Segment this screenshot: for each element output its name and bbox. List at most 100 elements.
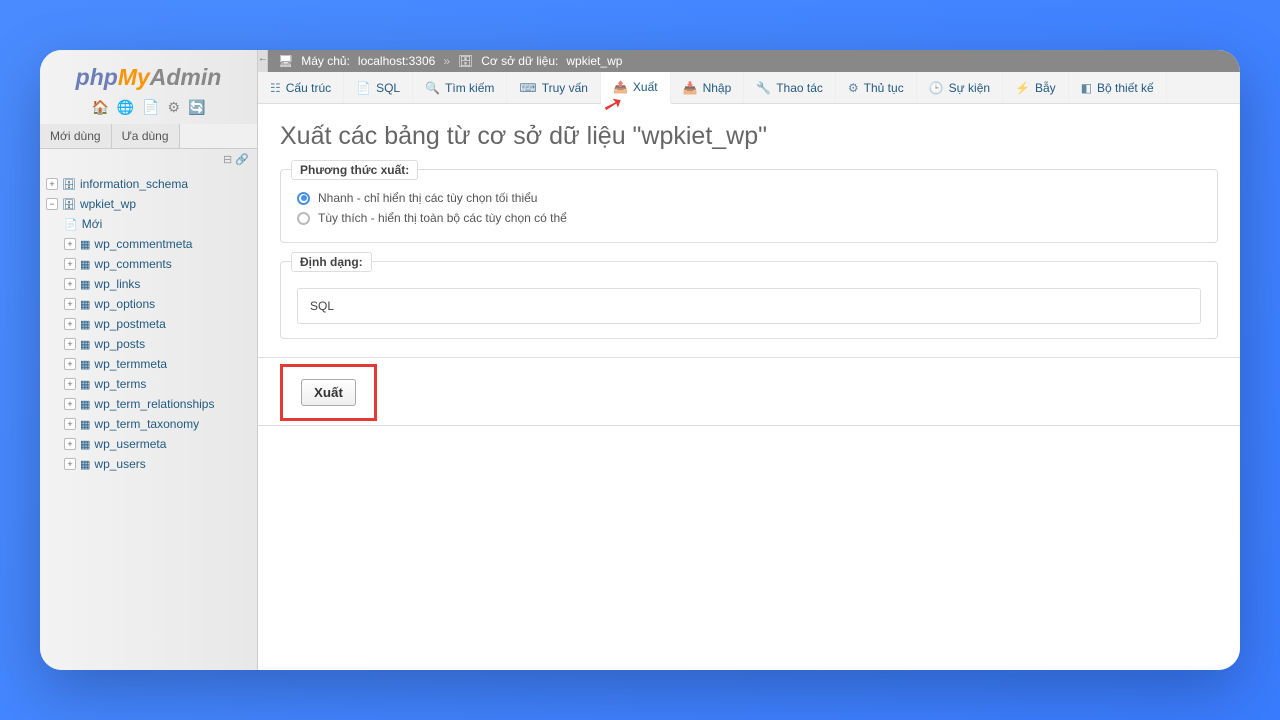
- tree-table[interactable]: + ▦ wp_postmeta: [46, 314, 251, 334]
- expand-icon[interactable]: +: [64, 438, 76, 450]
- expand-icon[interactable]: +: [64, 418, 76, 430]
- tree-label[interactable]: wp_term_relationships: [94, 397, 214, 411]
- nav-designer[interactable]: ◧Bộ thiết kế: [1069, 72, 1167, 103]
- designer-icon: ◧: [1081, 81, 1092, 95]
- tree-table[interactable]: +▦wp_posts: [46, 334, 251, 354]
- table-icon: ▦: [80, 418, 90, 431]
- expand-icon[interactable]: +: [64, 278, 76, 290]
- link-icon[interactable]: 🔗: [235, 154, 249, 166]
- database-icon: 🗄: [62, 198, 76, 211]
- tree-table[interactable]: +▦wp_termmeta: [46, 354, 251, 374]
- nav-sql[interactable]: 📄SQL: [344, 72, 413, 103]
- tree-table[interactable]: +▦wp_links: [46, 274, 251, 294]
- radio-custom[interactable]: Tùy thích - hiển thị toàn bộ các tùy chọ…: [297, 208, 1201, 228]
- tree-table[interactable]: + ▦ wp_options: [46, 294, 251, 314]
- expand-icon[interactable]: +: [64, 358, 76, 370]
- expand-icon[interactable]: +: [64, 238, 76, 250]
- tree-db-information-schema[interactable]: + 🗄 information_schema: [46, 174, 251, 194]
- table-icon: ▦: [80, 318, 90, 331]
- expand-icon[interactable]: +: [64, 258, 76, 270]
- nav-label: Tìm kiếm: [445, 81, 494, 95]
- tree-table[interactable]: + ▦ wp_term_relationships: [46, 394, 251, 414]
- nav-search[interactable]: 🔍 Tìm kiếm: [413, 72, 507, 103]
- new-icon: 📄: [64, 218, 78, 231]
- gear-icon: ⚙: [848, 81, 859, 95]
- nav-structure[interactable]: ☷Cấu trúc: [258, 72, 344, 103]
- search-icon: 🔍: [425, 81, 440, 95]
- nav-query[interactable]: ⌨Truy vấn: [507, 72, 601, 103]
- breadcrumb-db-prefix: Cơ sở dữ liệu:: [481, 54, 558, 68]
- tree-label[interactable]: wp_posts: [94, 337, 145, 351]
- tree-new[interactable]: 📄 Mới: [46, 214, 251, 234]
- tree-label[interactable]: wp_postmeta: [94, 317, 165, 331]
- expand-icon[interactable]: +: [64, 458, 76, 470]
- nav-triggers[interactable]: ⚡Bẫy: [1003, 72, 1069, 103]
- collapse-icon[interactable]: −: [46, 198, 58, 210]
- tree-label[interactable]: wp_termmeta: [94, 357, 167, 371]
- main-panel: ← 🖥 Máy chủ: localhost:3306 » 🗄 Cơ sở dữ…: [258, 50, 1240, 670]
- nav-routines[interactable]: ⚙Thủ tục: [836, 72, 917, 103]
- nav-events[interactable]: 🕒Sự kiện: [917, 72, 1003, 103]
- table-icon: ▦: [80, 398, 90, 411]
- breadcrumb-database[interactable]: wpkiet_wp: [566, 54, 622, 68]
- table-icon: ▦: [80, 458, 90, 471]
- breadcrumb-server[interactable]: localhost:3306: [358, 54, 435, 68]
- expand-icon[interactable]: +: [64, 298, 76, 310]
- export-go-button[interactable]: Xuất: [301, 379, 356, 406]
- tree-db-wpkiet[interactable]: − 🗄 wpkiet_wp: [46, 194, 251, 214]
- tree-label[interactable]: wpkiet_wp: [80, 197, 136, 211]
- format-select[interactable]: SQL: [297, 288, 1201, 324]
- tree-label[interactable]: information_schema: [80, 177, 188, 191]
- tree-table[interactable]: + ▦ wp_term_taxonomy: [46, 414, 251, 434]
- expand-icon[interactable]: +: [64, 318, 76, 330]
- export-method-legend: Phương thức xuất:: [291, 160, 418, 180]
- nav-label: Xuất: [633, 80, 658, 94]
- content-area: ➚ Xuất các bảng từ cơ sở dữ liệu "wpkiet…: [258, 104, 1240, 448]
- settings-icon[interactable]: ⚙: [168, 99, 181, 115]
- home-icon[interactable]: 🏠: [92, 99, 109, 115]
- import-icon: 📥: [683, 81, 698, 95]
- breadcrumb: 🖥 Máy chủ: localhost:3306 » 🗄 Cơ sở dữ l…: [268, 50, 1240, 72]
- expand-icon[interactable]: +: [46, 178, 58, 190]
- top-nav: ☷Cấu trúc 📄SQL 🔍Tìm kiếm ⌨Truy vấn 📤Xuất…: [258, 72, 1240, 104]
- tree-table[interactable]: +▦wp_comments: [46, 254, 251, 274]
- server-icon: 🖥: [278, 54, 293, 68]
- nav-operations[interactable]: 🔧Thao tác: [744, 72, 836, 103]
- tree-label[interactable]: wp_links: [94, 277, 140, 291]
- reload-icon[interactable]: 🔄: [188, 99, 205, 115]
- logo[interactable]: phpMyAdmin: [40, 50, 257, 95]
- tree-label[interactable]: wp_comments: [94, 257, 171, 271]
- nav-label: SQL: [376, 81, 400, 95]
- tree-table[interactable]: +▦wp_commentmeta: [46, 234, 251, 254]
- sidebar: phpMyAdmin 🏠 🌐 📄 ⚙ 🔄 Mới dùng Ưa dùng ⊟ …: [40, 50, 258, 670]
- tree-label[interactable]: wp_term_taxonomy: [94, 417, 199, 431]
- tree-table[interactable]: + ▦ wp_terms: [46, 374, 251, 394]
- nav-label: Nhập: [703, 81, 732, 95]
- logout-icon[interactable]: 🌐: [117, 99, 134, 115]
- nav-import[interactable]: 📥 Nhập: [671, 72, 745, 103]
- expand-icon[interactable]: +: [64, 338, 76, 350]
- separator: [258, 425, 1240, 426]
- expand-icon[interactable]: +: [64, 398, 76, 410]
- logo-part3: Admin: [150, 64, 222, 90]
- tree-table[interactable]: + ▦ wp_users: [46, 454, 251, 474]
- docs-icon[interactable]: 📄: [142, 99, 159, 115]
- expand-icon[interactable]: +: [64, 378, 76, 390]
- table-icon: ▦: [80, 378, 90, 391]
- tree-label[interactable]: wp_options: [94, 297, 155, 311]
- tree-label[interactable]: wp_users: [94, 457, 145, 471]
- tab-favorite[interactable]: Ưa dùng: [112, 124, 180, 148]
- tree-label[interactable]: wp_terms: [94, 377, 146, 391]
- tree-table[interactable]: +▦wp_usermeta: [46, 434, 251, 454]
- radio-icon[interactable]: [297, 192, 310, 205]
- radio-quick[interactable]: Nhanh - chỉ hiển thị các tùy chọn tối th…: [297, 188, 1201, 208]
- table-icon: ▦: [80, 298, 90, 311]
- tree-label[interactable]: Mới: [82, 217, 103, 231]
- tree-label[interactable]: wp_commentmeta: [94, 237, 192, 251]
- sidebar-toggle[interactable]: ←: [258, 50, 268, 72]
- tree-label[interactable]: wp_usermeta: [94, 437, 166, 451]
- radio-icon[interactable]: [297, 212, 310, 225]
- collapse-all-icon[interactable]: ⊟: [223, 154, 232, 166]
- tab-recent[interactable]: Mới dùng: [40, 124, 112, 148]
- sidebar-tabs: Mới dùng Ưa dùng: [40, 124, 257, 149]
